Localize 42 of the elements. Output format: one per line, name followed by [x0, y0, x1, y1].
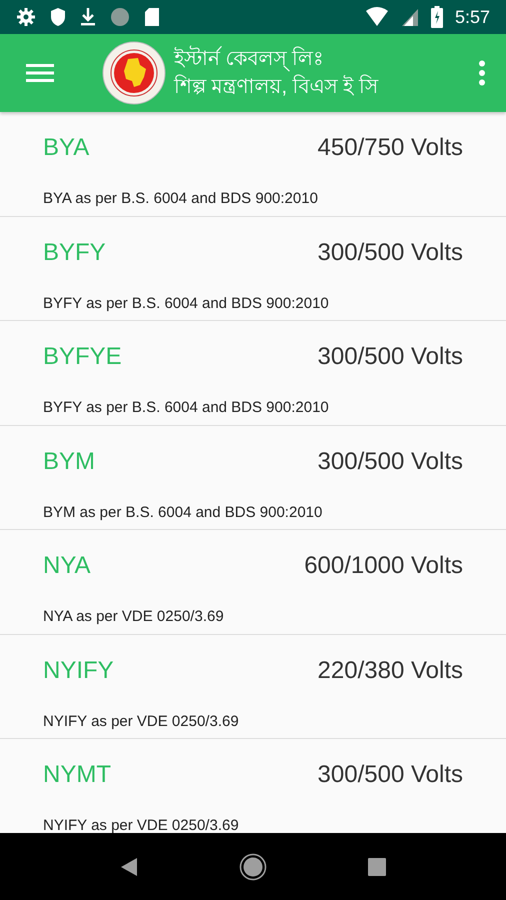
back-icon[interactable] [120, 856, 138, 876]
cable-code: BYFYE [43, 343, 122, 371]
cable-description: BYM as per B.S. 6004 and BDS 900:2010 [43, 504, 324, 520]
settings-icon [16, 7, 36, 27]
cable-description: NYIFY as per VDE 0250/3.69 [43, 817, 240, 833]
clock-time: 5:57 [454, 6, 490, 28]
cable-list-item[interactable]: BYFY 300/500 Volts BYFY as per B.S. 6004 and BDS 900:2010 [0, 216, 506, 321]
cable-code: NYMT [43, 761, 111, 789]
cable-list-item[interactable]: BYFYE 300/500 Volts BYFY as per B.S. 6004 and BDS 900:2010 [0, 321, 506, 426]
shield-icon [50, 7, 66, 27]
app-title: ইস্টার্ন কেবলস্ লিঃ [174, 48, 478, 70]
cable-code: NYIFY [43, 656, 114, 684]
voltage-rating: 300/500 Volts [318, 343, 463, 371]
cable-list-item[interactable]: BYA 450/750 Volts BYA as per B.S. 6004 and BDS 900:2010 [0, 112, 506, 216]
voltage-rating: 300/500 Volts [318, 448, 463, 476]
voltage-rating: 300/500 Volts [318, 761, 463, 789]
cable-list-item[interactable]: NYA 600/1000 Volts NYA as per VDE 0250/3.69 [0, 530, 506, 634]
battery-icon [430, 6, 443, 28]
recents-icon[interactable] [368, 858, 386, 876]
app-subtitle: শিল্প মন্ত্রণালয়, বিএস ই সি [174, 76, 380, 98]
cable-description: NYA as per VDE 0250/3.69 [43, 608, 225, 625]
wifi-icon [364, 7, 389, 27]
voltage-rating: 300/500 Volts [318, 238, 463, 266]
circle-icon [110, 7, 130, 27]
cable-description: BYA as per B.S. 6004 and BDS 900:2010 [43, 190, 319, 207]
download-icon [80, 7, 96, 27]
sd-card-icon [144, 7, 160, 27]
cable-code: BYM [43, 448, 96, 476]
cable-list-item[interactable]: NYIFY 220/380 Volts NYIFY as per VDE 0250/3.69 [0, 634, 506, 739]
signal-icon [400, 7, 419, 27]
cable-description: NYIFY as per VDE 0250/3.69 [43, 712, 240, 730]
cable-description: BYFY as per B.S. 6004 and BDS 900:2010 [43, 399, 330, 416]
voltage-rating: 450/750 Volts [318, 134, 463, 162]
cable-code: BYFY [43, 238, 106, 266]
cable-code: BYA [43, 134, 90, 162]
cable-description: BYFY as per B.S. 6004 and BDS 900:2010 [43, 294, 330, 312]
voltage-rating: 220/380 Volts [318, 656, 463, 684]
cable-list-item[interactable]: BYM 300/500 Volts BYM as per B.S. 6004 and BDS 900:2010 [0, 426, 506, 530]
cable-code: NYA [43, 552, 91, 580]
voltage-rating: 600/1000 Volts [304, 552, 463, 580]
home-icon[interactable] [238, 852, 267, 880]
emblem-logo-icon [102, 41, 166, 105]
